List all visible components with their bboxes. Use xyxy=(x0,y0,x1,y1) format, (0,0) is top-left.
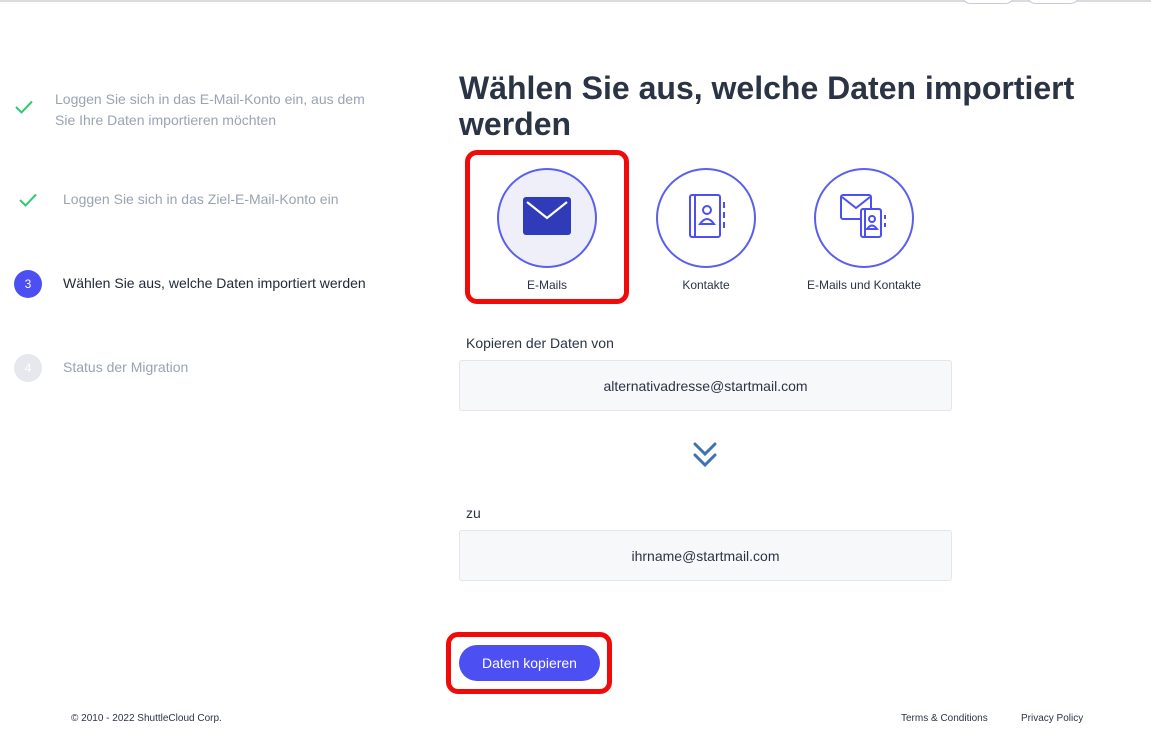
step-label: Status der Migration xyxy=(63,359,189,375)
option-contacts[interactable]: Kontakte xyxy=(631,168,781,292)
envelope-address-book-icon xyxy=(839,191,889,246)
from-label: Kopieren der Daten von xyxy=(466,335,614,351)
option-emails-and-contacts[interactable]: E-Mails und Kontakte xyxy=(789,168,939,292)
to-account-field[interactable]: ihrname@startmail.com xyxy=(459,530,952,581)
step-number-badge: 4 xyxy=(14,354,42,382)
double-chevron-down-icon xyxy=(692,440,718,470)
option-ring[interactable] xyxy=(656,168,756,268)
from-account-field[interactable]: alternativadresse@startmail.com xyxy=(459,360,952,411)
highlight-frame xyxy=(465,150,629,304)
top-button-partial[interactable] xyxy=(1026,0,1080,4)
copyright: © 2010 - 2022 ShuttleCloud Corp. xyxy=(71,713,222,724)
to-label: zu xyxy=(466,505,481,521)
top-button-partial[interactable] xyxy=(961,0,1015,4)
check-icon xyxy=(18,192,38,213)
page-title: Wählen Sie aus, welche Daten importiert … xyxy=(459,70,1075,142)
step-label: Loggen Sie sich in das E-Mail-Konto ein,… xyxy=(55,91,365,128)
step-number-badge: 3 xyxy=(14,270,42,298)
step-label: Wählen Sie aus, welche Daten importiert … xyxy=(63,275,366,291)
option-label: Kontakte xyxy=(682,278,730,292)
privacy-link[interactable]: Privacy Policy xyxy=(1021,713,1083,724)
highlight-frame xyxy=(446,632,612,694)
step-label: Loggen Sie sich in das Ziel-E-Mail-Konto… xyxy=(63,191,339,207)
address-book-icon xyxy=(684,192,728,245)
terms-link[interactable]: Terms & Conditions xyxy=(901,713,988,724)
option-ring[interactable] xyxy=(814,168,914,268)
option-label: E-Mails und Kontakte xyxy=(806,278,922,292)
check-icon xyxy=(14,99,34,120)
